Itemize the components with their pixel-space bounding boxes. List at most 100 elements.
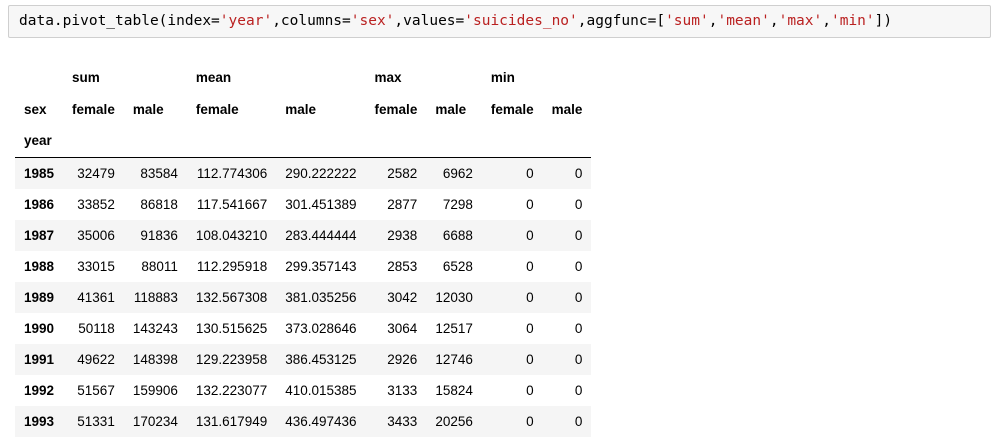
cell-max-male: 20256 bbox=[435, 413, 473, 429]
table-row: 1985 32479 83584 112.774306 290.222222 2582 69… bbox=[15, 157, 592, 189]
code-columns-value: 'sex' bbox=[350, 13, 395, 29]
cell-min-female: 0 bbox=[526, 165, 534, 181]
header-mean-female: female bbox=[195, 101, 239, 117]
row-index-year: 1992 bbox=[24, 382, 55, 398]
code-sep-aggfunc: ,aggfunc=[ bbox=[577, 13, 666, 29]
cell-sum-female: 32479 bbox=[77, 165, 115, 181]
cell-max-female: 2926 bbox=[387, 351, 418, 367]
header-sum-female: female bbox=[72, 101, 115, 117]
header-row-index-name: year bbox=[15, 125, 592, 158]
cell-mean-male: 301.451389 bbox=[285, 196, 357, 212]
cell-max-female: 2853 bbox=[387, 258, 418, 274]
code-agg-sum: 'sum' bbox=[665, 13, 709, 29]
cell-mean-male: 299.357143 bbox=[285, 258, 357, 274]
table-row: 1993 51331 170234 131.617949 436.497436 3433 2… bbox=[15, 405, 592, 437]
header-blank bbox=[426, 125, 482, 158]
index-name-label: year bbox=[15, 125, 64, 158]
cell-max-male: 12030 bbox=[435, 289, 473, 305]
header-blank bbox=[186, 125, 277, 158]
header-blank bbox=[481, 125, 543, 158]
columns-name-label: sex bbox=[24, 101, 47, 117]
cell-min-female: 0 bbox=[526, 320, 534, 336]
row-index-year: 1988 bbox=[24, 258, 55, 274]
header-row-level0: sum mean max min bbox=[15, 62, 591, 94]
code-prefix: data.pivot_table(index= bbox=[19, 13, 220, 29]
cell-max-male: 6688 bbox=[442, 227, 473, 243]
cell-sum-female: 50118 bbox=[78, 320, 115, 336]
cell-min-male: 0 bbox=[574, 289, 583, 305]
row-index-year: 1987 bbox=[24, 227, 55, 243]
cell-mean-female: 132.223077 bbox=[195, 382, 268, 398]
header-sum-male: male bbox=[132, 101, 164, 117]
cell-sum-female: 33852 bbox=[77, 196, 115, 212]
code-agg-mean: 'mean' bbox=[717, 13, 770, 29]
cell-max-male: 6962 bbox=[442, 165, 473, 181]
cell-mean-female: 132.567308 bbox=[195, 289, 268, 305]
header-blank bbox=[542, 125, 592, 158]
header-max: max bbox=[374, 70, 402, 86]
cell-mean-female: 130.515625 bbox=[195, 320, 268, 336]
cell-sum-female: 35006 bbox=[77, 227, 115, 243]
cell-min-male: 0 bbox=[574, 196, 583, 212]
cell-mean-female: 129.223958 bbox=[195, 351, 268, 367]
cell-min-female: 0 bbox=[526, 413, 534, 429]
cell-sum-female: 41361 bbox=[77, 289, 115, 305]
cell-mean-male: 386.453125 bbox=[285, 351, 357, 367]
cell-sum-male: 88011 bbox=[141, 258, 178, 274]
cell-min-female: 0 bbox=[526, 196, 534, 212]
row-index-year: 1986 bbox=[24, 196, 55, 212]
table-row: 1992 51567 159906 132.223077 410.015385 3133 1… bbox=[15, 375, 591, 406]
code-comma: , bbox=[822, 13, 831, 29]
pivot-table: sum mean max min sex female male female … bbox=[15, 62, 592, 437]
cell-max-female: 3433 bbox=[387, 413, 418, 429]
code-line: data.pivot_table(index='year',columns='s… bbox=[19, 13, 892, 29]
code-cell-input[interactable]: data.pivot_table(index='year',columns='s… bbox=[8, 5, 991, 38]
header-blank bbox=[276, 125, 366, 158]
cell-mean-female: 112.295918 bbox=[196, 258, 268, 274]
cell-mean-male: 290.222222 bbox=[285, 165, 357, 181]
header-blank bbox=[63, 125, 124, 158]
cell-sum-male: 148398 bbox=[132, 351, 178, 367]
cell-mean-female: 131.617949 bbox=[195, 413, 268, 429]
header-row-level1: sex female male female male female male … bbox=[15, 94, 591, 126]
cell-mean-female: 117.541667 bbox=[196, 196, 268, 212]
cell-min-female: 0 bbox=[526, 351, 534, 367]
cell-mean-female: 108.043210 bbox=[195, 227, 268, 243]
cell-max-female: 2877 bbox=[387, 196, 418, 212]
table-row: 1987 35006 91836 108.043210 283.444444 2938 66… bbox=[15, 219, 592, 251]
cell-mean-male: 436.497436 bbox=[285, 413, 357, 429]
cell-min-male: 0 bbox=[574, 351, 583, 367]
cell-mean-male: 410.015385 bbox=[285, 382, 357, 398]
cell-mean-male: 381.035256 bbox=[285, 289, 357, 305]
table-body: 1985 32479 83584 112.774306 290.222222 2582 69… bbox=[15, 157, 592, 437]
cell-sum-female: 51567 bbox=[77, 382, 115, 398]
cell-max-female: 3064 bbox=[387, 320, 418, 336]
code-index-value: 'year' bbox=[219, 13, 273, 29]
cell-min-female: 0 bbox=[526, 382, 534, 398]
cell-mean-male: 283.444444 bbox=[285, 227, 357, 243]
cell-max-female: 2582 bbox=[387, 165, 418, 181]
cell-mean-male: 373.028646 bbox=[285, 320, 357, 336]
code-agg-max: 'max' bbox=[778, 13, 823, 29]
header-sum: sum bbox=[72, 70, 100, 86]
header-min: min bbox=[490, 70, 515, 86]
cell-max-male: 6528 bbox=[442, 258, 473, 274]
table-row: 1989 41361 118883 132.567308 381.035256 3042 1… bbox=[15, 281, 592, 313]
header-blank bbox=[365, 125, 427, 158]
cell-sum-male: 118883 bbox=[133, 289, 178, 305]
row-index-year: 1990 bbox=[24, 320, 55, 336]
row-index-year: 1985 bbox=[24, 165, 55, 181]
code-suffix: ]) bbox=[874, 13, 893, 29]
cell-sum-female: 51331 bbox=[77, 413, 115, 429]
table-row: 1990 50118 143243 130.515625 373.028646 3064 1… bbox=[15, 313, 591, 344]
cell-min-female: 0 bbox=[526, 289, 534, 305]
cell-min-male: 0 bbox=[574, 382, 583, 398]
table-row: 1988 33015 88011 112.295918 299.357143 2853 65… bbox=[15, 251, 591, 282]
cell-max-female: 3133 bbox=[387, 382, 418, 398]
cell-max-male: 7298 bbox=[442, 196, 473, 212]
cell-sum-male: 143243 bbox=[132, 320, 178, 336]
cell-sum-male: 170234 bbox=[132, 413, 178, 429]
cell-max-male: 12746 bbox=[435, 351, 473, 367]
cell-max-male: 15824 bbox=[435, 382, 473, 398]
cell-min-male: 0 bbox=[574, 413, 583, 429]
